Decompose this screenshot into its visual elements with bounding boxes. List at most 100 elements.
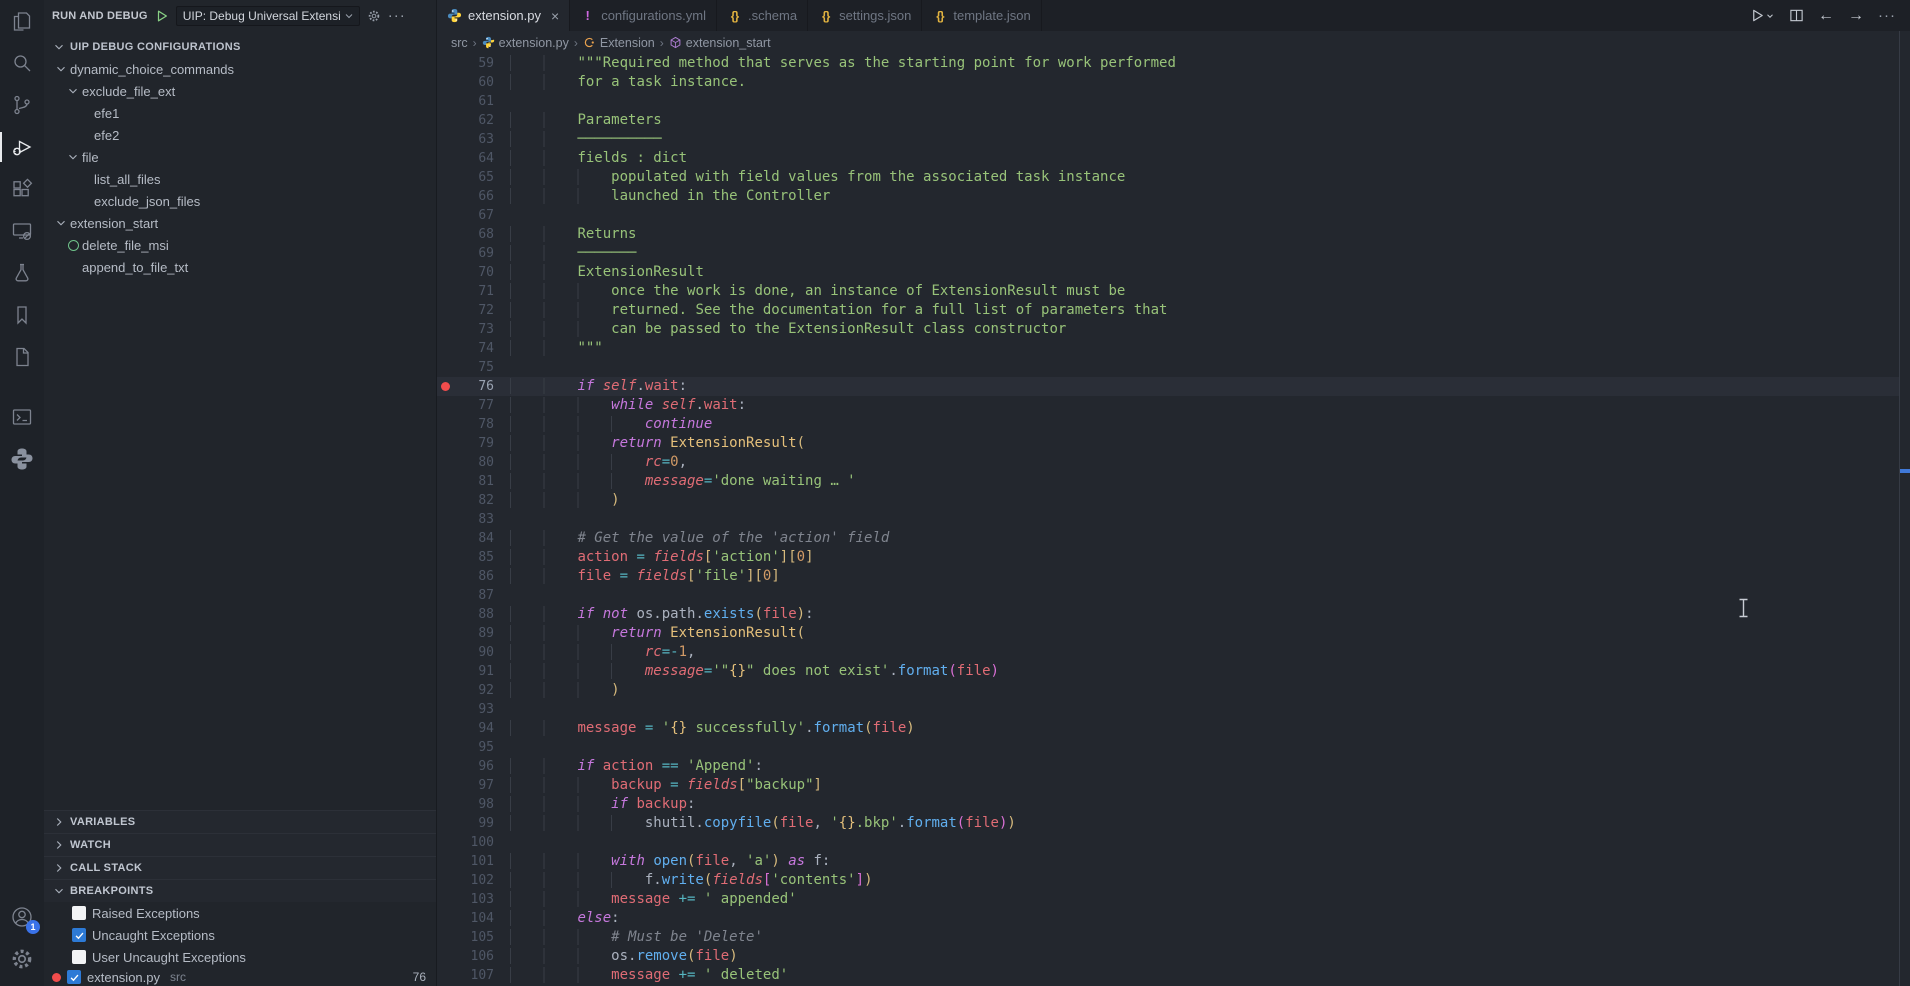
checkbox[interactable]: [72, 928, 86, 942]
tree-item-extension_start[interactable]: extension_start: [44, 212, 436, 234]
tree-item-delete_file_msi[interactable]: delete_file_msi: [44, 234, 436, 256]
code-line-81[interactable]: 81 message='done waiting … ': [437, 472, 1900, 491]
tree-item-exclude_json_files[interactable]: exclude_json_files: [44, 190, 436, 212]
testing-icon[interactable]: [0, 252, 44, 294]
code-line-80[interactable]: 80 rc=0,: [437, 453, 1900, 472]
checkbox[interactable]: [67, 970, 81, 984]
code-line-63[interactable]: 63 ──────────: [437, 130, 1900, 149]
code-line-106[interactable]: 106 os.remove(file): [437, 947, 1900, 966]
breakpoint-dot-icon[interactable]: [437, 382, 454, 391]
code-line-97[interactable]: 97 backup = fields["backup"]: [437, 776, 1900, 795]
section-uip-debug-configurations[interactable]: UIP DEBUG CONFIGURATIONS: [44, 36, 436, 58]
start-debugging-button[interactable]: [155, 9, 169, 23]
code-line-98[interactable]: 98 if backup:: [437, 795, 1900, 814]
search-icon[interactable]: [0, 42, 44, 84]
navigate-back-icon[interactable]: ←: [1818, 7, 1834, 25]
tree-item-exclude_file_ext[interactable]: exclude_file_ext: [44, 80, 436, 102]
debug-config-select[interactable]: UIP: Debug Universal Extensi: [176, 6, 360, 26]
checkbox[interactable]: [72, 906, 86, 920]
code-line-60[interactable]: 60 for a task instance.: [437, 73, 1900, 92]
breakpoint-extension-py[interactable]: extension.pysrc76: [44, 968, 436, 986]
explorer-icon[interactable]: [0, 0, 44, 42]
code-line-71[interactable]: 71 once the work is done, an instance of…: [437, 282, 1900, 301]
code-line-92[interactable]: 92 ): [437, 681, 1900, 700]
navigate-forward-icon[interactable]: →: [1848, 7, 1864, 25]
code-line-79[interactable]: 79 return ExtensionResult(: [437, 434, 1900, 453]
panel-header-call-stack[interactable]: CALL STACK: [44, 856, 436, 879]
code-line-101[interactable]: 101 with open(file, 'a') as f:: [437, 852, 1900, 871]
tree-item-efe2[interactable]: efe2: [44, 124, 436, 146]
breakpoint-uncaught-exceptions[interactable]: Uncaught Exceptions: [44, 924, 436, 946]
code-line-100[interactable]: 100: [437, 833, 1900, 852]
code-line-59[interactable]: 59 """Required method that serves as the…: [437, 54, 1900, 73]
code-line-95[interactable]: 95: [437, 738, 1900, 757]
close-tab-icon[interactable]: ×: [551, 8, 559, 24]
code-line-85[interactable]: 85 action = fields['action'][0]: [437, 548, 1900, 567]
code-line-87[interactable]: 87: [437, 586, 1900, 605]
code-line-89[interactable]: 89 return ExtensionResult(: [437, 624, 1900, 643]
code-line-65[interactable]: 65 populated with field values from the …: [437, 168, 1900, 187]
extensions-icon[interactable]: [0, 168, 44, 210]
code-line-102[interactable]: 102 f.write(fields['contents']): [437, 871, 1900, 890]
code-line-82[interactable]: 82 ): [437, 491, 1900, 510]
code-line-107[interactable]: 107 message += ' deleted': [437, 966, 1900, 985]
checkbox[interactable]: [72, 950, 86, 964]
code-line-84[interactable]: 84 # Get the value of the 'action' field: [437, 529, 1900, 548]
split-editor-icon[interactable]: [1789, 8, 1804, 23]
code-line-86[interactable]: 86 file = fields['file'][0]: [437, 567, 1900, 586]
python-icon[interactable]: [0, 438, 44, 480]
code-line-67[interactable]: 67: [437, 206, 1900, 225]
code-line-75[interactable]: 75: [437, 358, 1900, 377]
tree-item-append_to_file_txt[interactable]: append_to_file_txt: [44, 256, 436, 278]
settings-gear-icon[interactable]: [0, 938, 44, 980]
run-python-file-button[interactable]: [1750, 8, 1775, 23]
code-line-73[interactable]: 73 can be passed to the ExtensionResult …: [437, 320, 1900, 339]
breadcrumb-item-extension_start[interactable]: extension_start: [669, 36, 771, 50]
code-line-83[interactable]: 83: [437, 510, 1900, 529]
code-line-64[interactable]: 64 fields : dict: [437, 149, 1900, 168]
breakpoint-raised-exceptions[interactable]: Raised Exceptions: [44, 902, 436, 924]
source-control-icon[interactable]: [0, 84, 44, 126]
code-line-70[interactable]: 70 ExtensionResult: [437, 263, 1900, 282]
tab-extension.py[interactable]: extension.py×: [437, 0, 570, 31]
overview-ruler[interactable]: [1899, 31, 1910, 986]
code-line-91[interactable]: 91 message='"{}" does not exist'.format(…: [437, 662, 1900, 681]
tab-.schema[interactable]: {}.schema: [717, 0, 808, 31]
bookmarks-icon[interactable]: [0, 294, 44, 336]
code-line-76[interactable]: 76 if self.wait:: [437, 377, 1900, 396]
code-line-77[interactable]: 77 while self.wait:: [437, 396, 1900, 415]
code-line-105[interactable]: 105 # Must be 'Delete': [437, 928, 1900, 947]
code-line-94[interactable]: 94 message = '{} successfully'.format(fi…: [437, 719, 1900, 738]
tree-item-dynamic_choice_commands[interactable]: dynamic_choice_commands: [44, 58, 436, 80]
code-line-61[interactable]: 61: [437, 92, 1900, 111]
tree-item-efe1[interactable]: efe1: [44, 102, 436, 124]
code-line-90[interactable]: 90 rc=-1,: [437, 643, 1900, 662]
tree-item-file[interactable]: file: [44, 146, 436, 168]
code-line-66[interactable]: 66 launched in the Controller: [437, 187, 1900, 206]
code-line-62[interactable]: 62 Parameters: [437, 111, 1900, 130]
tab-template.json[interactable]: {}template.json: [922, 0, 1041, 31]
tree-item-list_all_files[interactable]: list_all_files: [44, 168, 436, 190]
panel-header-watch[interactable]: WATCH: [44, 833, 436, 856]
code-line-72[interactable]: 72 returned. See the documentation for a…: [437, 301, 1900, 320]
panel-header-variables[interactable]: VARIABLES: [44, 810, 436, 833]
breadcrumb-item-Extension[interactable]: Extension: [583, 36, 655, 50]
breadcrumb-item-src[interactable]: src: [451, 36, 468, 50]
terminal-icon[interactable]: [0, 396, 44, 438]
tab-settings.json[interactable]: {}settings.json: [808, 0, 922, 31]
code-line-99[interactable]: 99 shutil.copyfile(file, '{}.bkp'.format…: [437, 814, 1900, 833]
code-line-103[interactable]: 103 message += ' appended': [437, 890, 1900, 909]
code-line-104[interactable]: 104 else:: [437, 909, 1900, 928]
more-editor-actions-icon[interactable]: ···: [1878, 11, 1896, 21]
panel-header-breakpoints[interactable]: BREAKPOINTS: [44, 879, 436, 902]
code-line-93[interactable]: 93: [437, 700, 1900, 719]
more-actions-icon[interactable]: ···: [388, 11, 406, 21]
gear-icon[interactable]: [367, 9, 381, 23]
code-line-96[interactable]: 96 if action == 'Append':: [437, 757, 1900, 776]
code-line-78[interactable]: 78 continue: [437, 415, 1900, 434]
breakpoint-user-uncaught-exceptions[interactable]: User Uncaught Exceptions: [44, 946, 436, 968]
tab-configurations.yml[interactable]: !configurations.yml: [570, 0, 717, 31]
file-icon[interactable]: [0, 336, 44, 378]
remote-explorer-icon[interactable]: [0, 210, 44, 252]
run-and-debug-icon[interactable]: [0, 126, 44, 168]
